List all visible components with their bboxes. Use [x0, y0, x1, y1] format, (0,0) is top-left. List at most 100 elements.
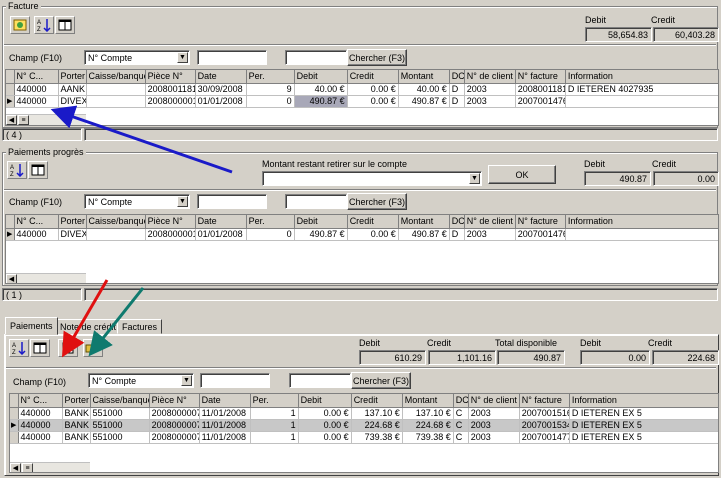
column-header[interactable]: Per.	[246, 215, 295, 229]
facture-search-input-2[interactable]	[285, 50, 347, 65]
row-indicator	[10, 407, 19, 420]
bottom-search-button[interactable]: Chercher (F3)	[351, 372, 411, 389]
column-header[interactable]: N° de client	[468, 394, 520, 408]
column-header[interactable]: Montant	[398, 215, 450, 229]
column-header[interactable]: Credit	[351, 394, 403, 408]
tab-note-de-credit[interactable]: Note de crédit	[55, 319, 122, 334]
column-header[interactable]: Caisse/banque	[86, 70, 146, 84]
column-header[interactable]: Porter	[58, 70, 87, 84]
column-header[interactable]: Information	[565, 70, 718, 84]
bottom-field-select[interactable]: N° Compte ▼	[88, 373, 194, 388]
facture-title: Facture	[6, 1, 41, 11]
column-header[interactable]: DC	[449, 215, 465, 229]
transfer-button[interactable]	[83, 339, 103, 357]
cell: 01/01/2008	[195, 95, 247, 108]
progres-search-input[interactable]	[197, 194, 267, 209]
progres-hscrollbar[interactable]: ◀	[6, 273, 86, 283]
select-button[interactable]	[58, 339, 78, 357]
scroll-left-icon[interactable]: ◀	[10, 463, 21, 472]
cell: 11/01/2008	[199, 419, 251, 432]
chevron-down-icon[interactable]: ▼	[177, 196, 188, 207]
column-header[interactable]: N° C...	[18, 394, 63, 408]
columns-button[interactable]	[55, 16, 75, 34]
table-row-selected[interactable]: ▶ 440000 BANK 551000 2008000007 11/01/20…	[10, 419, 718, 432]
column-header[interactable]: Per.	[250, 394, 299, 408]
chevron-down-icon[interactable]: ▼	[181, 375, 192, 386]
scroll-left-icon[interactable]: ◀	[6, 115, 17, 125]
column-header[interactable]: N° de client	[464, 215, 516, 229]
sort-button[interactable]: AZ	[34, 16, 54, 34]
column-header[interactable]: Pièce N°	[149, 394, 200, 408]
progres-field-select[interactable]: N° Compte ▼	[84, 194, 190, 209]
table-row[interactable]: ▶ 440000 DIVEX 2008000001 01/01/2008 0 4…	[6, 228, 718, 241]
cell: 2007001516	[519, 407, 570, 420]
column-header[interactable]: Debit	[294, 70, 348, 84]
tab-factures[interactable]: Factures	[117, 319, 163, 334]
cell: 551000	[90, 431, 150, 444]
column-header[interactable]: Date	[195, 215, 247, 229]
column-header[interactable]: Date	[195, 70, 247, 84]
bottom-grid[interactable]: N° C... Porter Caisse/banque Pièce N° Da…	[9, 393, 719, 473]
ok-button[interactable]: OK	[488, 165, 556, 184]
facture-grid[interactable]: N° C... Porter Caisse/banque Pièce N° Da…	[5, 69, 719, 126]
progres-search-input-2[interactable]	[285, 194, 347, 209]
facture-search-input[interactable]	[197, 50, 267, 65]
scroll-left-icon[interactable]: ◀	[6, 274, 17, 283]
column-header[interactable]: DC	[453, 394, 469, 408]
scroll-thumb[interactable]: ≡	[18, 115, 29, 125]
refresh-button[interactable]	[10, 16, 30, 34]
column-header[interactable]: N° facture	[519, 394, 570, 408]
scroll-thumb[interactable]: ≡	[22, 463, 33, 472]
bottom-search-input[interactable]	[200, 373, 270, 388]
column-header[interactable]: Pièce N°	[145, 215, 196, 229]
column-header[interactable]: Information	[569, 394, 718, 408]
chevron-down-icon[interactable]: ▼	[177, 52, 188, 63]
sort-button[interactable]: AZ	[7, 161, 27, 179]
column-header[interactable]: Montant	[402, 394, 454, 408]
cell: 739.38 €	[402, 431, 454, 444]
cell: 2008000007	[149, 419, 200, 432]
table-row[interactable]: 440000 BANK 551000 2008000007 11/01/2008…	[10, 431, 718, 444]
column-header[interactable]: Debit	[294, 215, 348, 229]
column-header[interactable]: Caisse/banque	[90, 394, 150, 408]
columns-button[interactable]	[30, 339, 50, 357]
column-header[interactable]: Debit	[298, 394, 352, 408]
table-row[interactable]: 440000 BANK 551000 2008000007 11/01/2008…	[10, 407, 718, 420]
column-header[interactable]: Per.	[246, 70, 295, 84]
column-header[interactable]: Pièce N°	[145, 70, 196, 84]
bottom-search-input-2[interactable]	[289, 373, 351, 388]
tab-paiements[interactable]: Paiements	[5, 317, 58, 335]
column-header[interactable]: Credit	[347, 70, 399, 84]
facture-search-button[interactable]: Chercher (F3)	[347, 49, 407, 66]
cell: 2008000007	[149, 431, 200, 444]
bottom-separator	[6, 367, 716, 369]
sort-button[interactable]: AZ	[9, 339, 29, 357]
column-header[interactable]: N° facture	[515, 70, 566, 84]
progres-search-button[interactable]: Chercher (F3)	[347, 193, 407, 210]
column-header[interactable]: N° facture	[515, 215, 566, 229]
table-row[interactable]: 440000 AANK 2008001181 30/09/2008 9 40.0…	[6, 83, 718, 96]
window-icon	[31, 164, 45, 176]
column-header[interactable]: Caisse/banque	[86, 215, 146, 229]
chevron-down-icon[interactable]: ▼	[469, 173, 480, 184]
columns-button[interactable]	[28, 161, 48, 179]
cell: 9	[246, 83, 295, 96]
table-row[interactable]: ▶ 440000 DIVEX 2008000001 01/01/2008 0 4…	[6, 95, 718, 108]
column-header[interactable]: Porter	[62, 394, 91, 408]
cell: 30/09/2008	[195, 83, 247, 96]
column-header[interactable]: N° de client	[464, 70, 516, 84]
bottom-hscrollbar[interactable]: ◀ ≡	[10, 462, 90, 472]
facture-hscrollbar[interactable]: ◀ ≡	[6, 114, 86, 125]
column-header[interactable]: N° C...	[14, 70, 59, 84]
column-header[interactable]: Montant	[398, 70, 450, 84]
column-header[interactable]: DC	[449, 70, 465, 84]
column-header[interactable]: Credit	[347, 215, 399, 229]
montant-select[interactable]: ▼	[262, 171, 482, 186]
column-header[interactable]: Date	[199, 394, 251, 408]
column-header[interactable]: N° C...	[14, 215, 59, 229]
column-header[interactable]: Information	[565, 215, 718, 229]
facture-field-select[interactable]: N° Compte ▼	[84, 50, 190, 65]
progres-grid[interactable]: N° C... Porter Caisse/banque Pièce N° Da…	[5, 214, 719, 284]
column-header[interactable]: Porter	[58, 215, 87, 229]
cell: 11/01/2008	[199, 407, 251, 420]
